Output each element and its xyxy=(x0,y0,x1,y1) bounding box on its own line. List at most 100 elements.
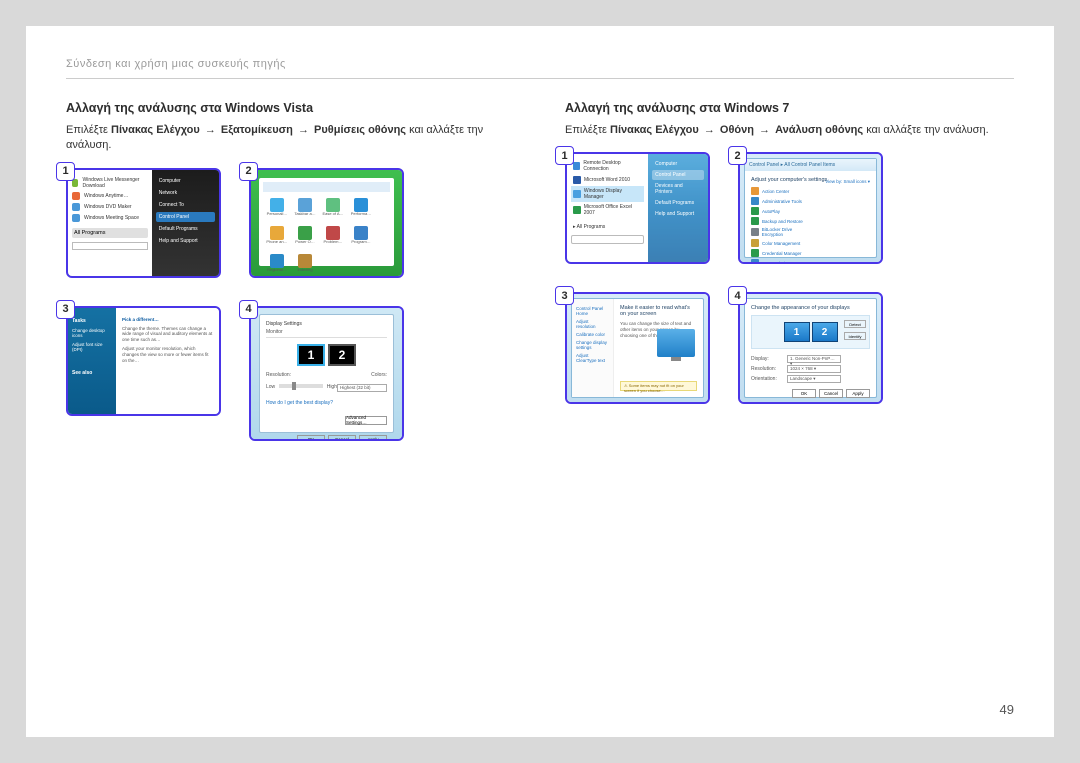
view-dropdown[interactable]: View by: Small icons ▾ xyxy=(825,179,870,185)
t: Επιλέξτε xyxy=(66,124,111,136)
search-input[interactable] xyxy=(72,242,148,250)
dropdown[interactable]: 1024 × 768 ▾ xyxy=(787,365,841,373)
step-badge: 2 xyxy=(728,146,747,165)
p2: Εξατομίκευση xyxy=(221,124,293,136)
cp-icon[interactable]: Indexing xyxy=(293,254,317,278)
dropdown[interactable]: 1. Generic Non-PnP… ▾ xyxy=(787,355,841,363)
step-win7-2: 2 Control Panel ▸ All Control Panel Item… xyxy=(738,152,883,264)
ok-button[interactable]: OK xyxy=(297,435,325,441)
t: Network xyxy=(156,188,215,198)
cp-icon[interactable]: Phone an… xyxy=(265,226,289,250)
cp-icon[interactable]: Problem… xyxy=(321,226,345,250)
steps-win7: 1 Remote Desktop ConnectionMicrosoft Wor… xyxy=(565,152,1014,404)
t: See also xyxy=(72,370,112,376)
cp-icon[interactable]: Power O… xyxy=(293,226,317,250)
t: Windows Anytime… xyxy=(84,193,128,199)
p1: Πίνακας Ελέγχου xyxy=(610,124,699,136)
cp-link[interactable]: Credential Manager xyxy=(751,249,813,257)
step-win7-1: 1 Remote Desktop ConnectionMicrosoft Wor… xyxy=(565,152,710,264)
cp-icon[interactable]: Personali… xyxy=(265,198,289,222)
steps-vista: 1 Windows Live Messenger Download Window… xyxy=(66,168,515,441)
thumb-vista-control-panel: Personali…Taskbar a…Ease of A…Performa…P… xyxy=(249,168,404,278)
t: και αλλάξτε την ανάλυση. xyxy=(866,124,988,136)
setting-row: Display:1. Generic Non-PnP… ▾ xyxy=(751,355,870,363)
control-panel-item[interactable]: Control Panel xyxy=(156,212,215,222)
cp-link[interactable]: Color Management xyxy=(751,239,813,247)
thumb-vista-display-settings: Display Settings Monitor 1 2 Resolution:… xyxy=(249,306,404,441)
p2: Οθόνη xyxy=(720,124,754,136)
cp-icon[interactable]: Regional… xyxy=(265,254,289,278)
cp-link[interactable]: AutoPlay xyxy=(751,207,813,215)
nav-link[interactable]: Calibrate color xyxy=(576,332,609,337)
step-badge: 2 xyxy=(239,162,258,181)
manual-page: Σύνδεση και χρήση μιας συσκευής πηγής Αλ… xyxy=(26,26,1054,737)
window-header xyxy=(263,182,390,192)
step-vista-4: 4 Display Settings Monitor 1 2 xyxy=(249,306,404,441)
warning-banner: ⚠ Some items may not fit on your screen … xyxy=(620,381,697,391)
page-number: 49 xyxy=(1000,702,1014,717)
search-input[interactable] xyxy=(571,235,644,244)
breadcrumb: Σύνδεση και χρήση μιας συσκευής πηγής xyxy=(66,58,1014,79)
t: Computer xyxy=(156,176,215,186)
thumb-vista-personalize: Tasks Change desktop icons Adjust font s… xyxy=(66,306,221,416)
setting-row: Orientation:Landscape ▾ xyxy=(751,375,870,383)
instruction-vista: Επιλέξτε Πίνακας Ελέγχου → Εξατομίκευση … xyxy=(66,123,515,154)
dropdown[interactable]: Landscape ▾ xyxy=(787,375,841,383)
arrow-icon: → xyxy=(203,124,218,136)
t: Tasks xyxy=(72,318,112,324)
p3: Ανάλυση οθόνης xyxy=(775,124,863,136)
help-link[interactable]: How do I get the best display? xyxy=(266,400,387,406)
cp-link[interactable]: Backup and Restore xyxy=(751,217,813,225)
instruction-win7: Επιλέξτε Πίνακας Ελέγχου → Οθόνη → Ανάλυ… xyxy=(565,123,1014,138)
cp-link[interactable]: BitLocker Drive Encryption xyxy=(751,227,813,237)
nav-link[interactable]: Change display settings xyxy=(576,340,609,350)
monitor-2-icon: 2 xyxy=(812,322,838,342)
apply-button[interactable]: Apply xyxy=(359,435,387,441)
cp-icon[interactable]: Ease of A… xyxy=(321,198,345,222)
cancel-button[interactable]: Cancel xyxy=(328,435,356,441)
ok-button[interactable]: OK xyxy=(792,389,816,398)
columns: Αλλαγή της ανάλυσης στα Windows Vista Επ… xyxy=(66,101,1014,441)
t: Windows Live Messenger Download xyxy=(82,177,147,189)
step-badge: 3 xyxy=(555,286,574,305)
heading-vista: Αλλαγή της ανάλυσης στα Windows Vista xyxy=(66,101,515,115)
start-item[interactable]: Microsoft Word 2010 xyxy=(571,174,644,186)
identify-button[interactable]: Identify xyxy=(844,332,866,340)
t: Default Programs xyxy=(156,224,215,234)
t: Connect To xyxy=(156,200,215,210)
all-programs: All Programs xyxy=(72,228,148,238)
step-badge: 3 xyxy=(56,300,75,319)
cp-link[interactable]: Administrative Tools xyxy=(751,197,813,205)
cp-link[interactable]: Action Center xyxy=(751,187,813,195)
detect-button[interactable]: Detect xyxy=(844,320,866,328)
t: Computer xyxy=(652,159,704,169)
t: Change the appearance of your displays xyxy=(751,305,870,311)
cp-link[interactable]: Date and Time xyxy=(751,259,813,264)
thumb-win7-start-menu: Remote Desktop ConnectionMicrosoft Word … xyxy=(565,152,710,264)
start-item[interactable]: Remote Desktop Connection xyxy=(571,158,644,174)
nav-link[interactable]: Adjust resolution xyxy=(576,319,609,329)
start-item[interactable]: Windows Display Manager xyxy=(571,186,644,202)
cp-icon[interactable]: Performa… xyxy=(349,198,373,222)
setting-row: Resolution:1024 × 768 ▾ xyxy=(751,365,870,373)
step-vista-3: 3 Tasks Change desktop icons Adjust font… xyxy=(66,306,221,441)
p3: Ρυθμίσεις οθόνης xyxy=(314,124,406,136)
window-header: Control Panel ▸ All Control Panel Items xyxy=(745,159,876,171)
all-programs[interactable]: ▸ All Programs xyxy=(571,222,644,232)
cancel-button[interactable]: Cancel xyxy=(819,389,843,398)
apply-button[interactable]: Apply xyxy=(846,389,870,398)
advanced-button[interactable]: Advanced Settings… xyxy=(345,416,387,425)
step-badge: 4 xyxy=(728,286,747,305)
color-dropdown[interactable]: Highest (32 bit) xyxy=(337,384,387,392)
nav-link[interactable]: Adjust ClearType text xyxy=(576,353,609,363)
control-panel-item[interactable]: Control Panel xyxy=(652,170,704,180)
cp-icon[interactable]: Program… xyxy=(349,226,373,250)
nav-link[interactable]: Control Panel Home xyxy=(576,306,609,316)
thumb-win7-resolution: Change the appearance of your displays 1… xyxy=(738,292,883,404)
t: Change desktop icons xyxy=(72,328,112,338)
t: Help and Support xyxy=(156,236,215,246)
cp-icon[interactable]: Taskbar a… xyxy=(293,198,317,222)
start-item[interactable]: Microsoft Office Excel 2007 xyxy=(571,202,644,218)
monitor-2-icon: 2 xyxy=(328,344,356,366)
t: Windows Meeting Space xyxy=(84,215,139,221)
